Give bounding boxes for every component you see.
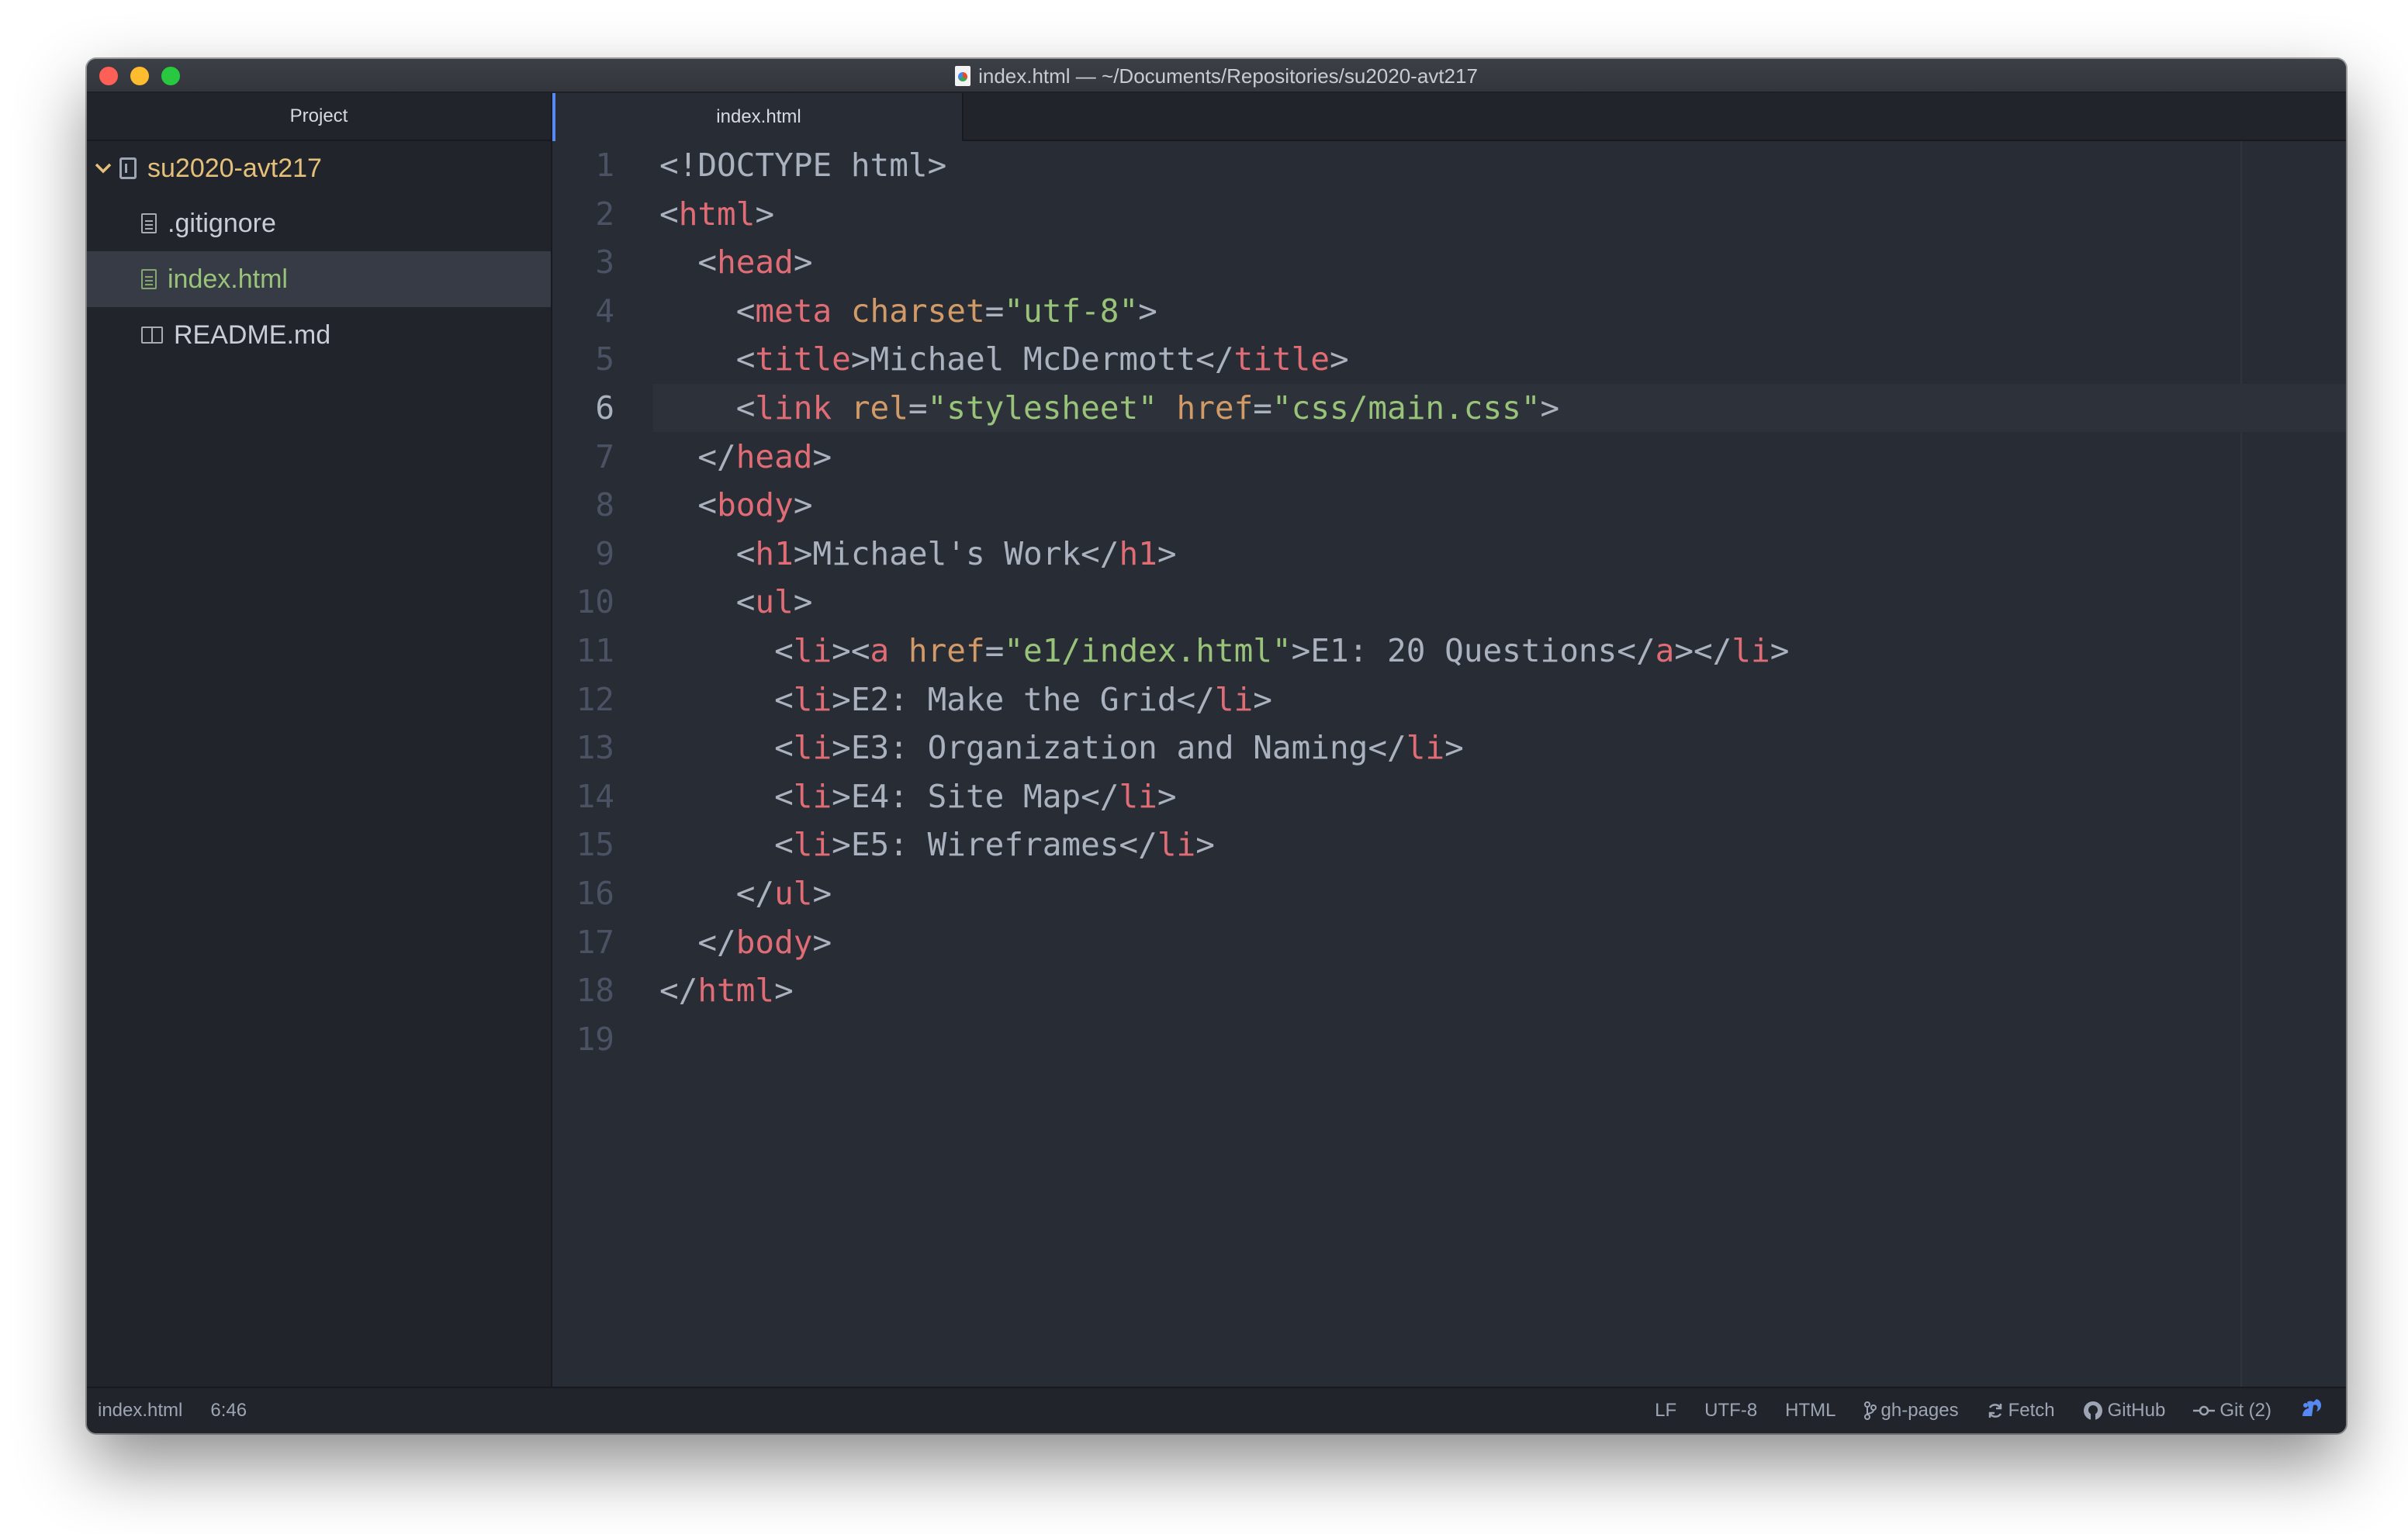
code-line[interactable]: 9 <h1>Michael's Work</h1> xyxy=(552,530,2346,578)
line-number[interactable]: 6 xyxy=(552,384,614,432)
code-line[interactable]: 17 </body> xyxy=(552,918,2346,966)
document-icon xyxy=(955,66,971,86)
code-text[interactable]: <meta charset="utf-8"> xyxy=(659,287,1157,335)
code-line[interactable]: 6 <link rel="stylesheet" href="css/main.… xyxy=(552,384,2346,432)
chevron-down-icon[interactable] xyxy=(93,158,113,178)
status-github-label: GitHub xyxy=(2107,1400,2166,1421)
tab-bar: index.html xyxy=(552,93,2346,141)
code-text[interactable]: <li>E3: Organization and Naming</li> xyxy=(659,724,1464,772)
code-line[interactable]: 11 <li><a href="e1/index.html">E1: 20 Qu… xyxy=(552,627,2346,675)
status-encoding[interactable]: UTF-8 xyxy=(1704,1400,1757,1422)
line-number[interactable]: 13 xyxy=(552,724,614,772)
code-text[interactable]: <body> xyxy=(659,481,812,529)
code-line[interactable]: 4 <meta charset="utf-8"> xyxy=(552,287,2346,335)
status-file-name[interactable]: index.html xyxy=(98,1400,182,1422)
code-text[interactable]: </head> xyxy=(659,433,832,481)
code-line[interactable]: 10 <ul> xyxy=(552,578,2346,626)
line-number[interactable]: 5 xyxy=(552,335,614,383)
code-text[interactable]: <link rel="stylesheet" href="css/main.cs… xyxy=(659,384,1559,432)
window-title: index.html — ~/Documents/Repositories/su… xyxy=(978,64,1478,88)
sync-icon xyxy=(1987,1402,2004,1419)
line-number[interactable]: 1 xyxy=(552,141,614,189)
code-text[interactable]: <li>E4: Site Map</li> xyxy=(659,772,1176,821)
code-line[interactable]: 18 </html> xyxy=(552,966,2346,1014)
tree-item-file[interactable]: index.html xyxy=(87,251,551,307)
line-number[interactable]: 10 xyxy=(552,578,614,626)
git-branch-icon xyxy=(1863,1401,1877,1420)
code-line[interactable]: 13 <li>E3: Organization and Naming</li> xyxy=(552,724,2346,772)
code-line[interactable]: 7 </head> xyxy=(552,433,2346,481)
tree-root-label: su2020-avt217 xyxy=(147,153,322,183)
project-sidebar: Project su2020-avt217 .gitignore index.ht… xyxy=(87,93,552,1387)
line-number[interactable]: 18 xyxy=(552,966,614,1014)
code-text[interactable]: <!DOCTYPE html> xyxy=(659,141,946,189)
code-line[interactable]: 8 <body> xyxy=(552,481,2346,529)
code-line[interactable]: 15 <li>E5: Wireframes</li> xyxy=(552,821,2346,869)
tree-item-file[interactable]: README.md xyxy=(87,307,551,363)
code-text[interactable]: <li>E5: Wireframes</li> xyxy=(659,821,1215,869)
line-number[interactable]: 2 xyxy=(552,190,614,238)
tree-root-folder[interactable]: su2020-avt217 xyxy=(87,141,551,195)
status-git-label: Git (2) xyxy=(2219,1400,2271,1421)
code-text[interactable]: <head> xyxy=(659,238,812,286)
repository-icon xyxy=(119,157,137,179)
code-line[interactable]: 16 </ul> xyxy=(552,869,2346,917)
code-text[interactable]: <ul> xyxy=(659,578,813,626)
code-line[interactable]: 14 <li>E4: Site Map</li> xyxy=(552,772,2346,821)
status-branch[interactable]: gh-pages xyxy=(1863,1400,1959,1422)
line-number[interactable]: 12 xyxy=(552,675,614,724)
status-grammar[interactable]: HTML xyxy=(1785,1400,1835,1422)
status-bar: index.html 6:46 LF UTF-8 HTML gh-pages F… xyxy=(87,1387,2346,1433)
line-number[interactable]: 11 xyxy=(552,627,614,675)
code-line[interactable]: 2 <html> xyxy=(552,190,2346,238)
code-line[interactable]: 19 xyxy=(552,1015,2346,1063)
status-cursor-position[interactable]: 6:46 xyxy=(210,1400,247,1422)
line-number[interactable]: 4 xyxy=(552,287,614,335)
status-fetch-label: Fetch xyxy=(2008,1400,2055,1421)
code-text[interactable]: <title>Michael McDermott</title> xyxy=(659,335,1349,383)
code-text[interactable]: </body> xyxy=(659,918,832,966)
tree-item-label: README.md xyxy=(174,320,331,350)
file-icon xyxy=(141,269,157,289)
status-github[interactable]: GitHub xyxy=(2083,1400,2166,1422)
code-line[interactable]: 5 <title>Michael McDermott</title> xyxy=(552,335,2346,383)
git-commit-icon xyxy=(2193,1404,2216,1417)
line-number[interactable]: 3 xyxy=(552,238,614,286)
line-number[interactable]: 8 xyxy=(552,481,614,529)
status-branch-label: gh-pages xyxy=(1880,1400,1959,1421)
line-number[interactable]: 14 xyxy=(552,772,614,821)
code-line[interactable]: 12 <li>E2: Make the Grid</li> xyxy=(552,675,2346,724)
code-text[interactable]: <html> xyxy=(659,190,774,238)
title-bar: index.html — ~/Documents/Repositories/su… xyxy=(87,59,2346,93)
code-text[interactable]: <li>E2: Make the Grid</li> xyxy=(659,675,1272,724)
code-text[interactable]: </ul> xyxy=(659,869,832,917)
line-number[interactable]: 16 xyxy=(552,869,614,917)
status-line-ending[interactable]: LF xyxy=(1655,1400,1676,1422)
code-text[interactable]: <h1>Michael's Work</h1> xyxy=(659,530,1177,578)
squirrel-icon[interactable] xyxy=(2299,1398,2323,1425)
code-editor[interactable]: 1 <!DOCTYPE html> 2 <html> 3 <head> 4 <meta c… xyxy=(552,141,2346,1387)
tree-item-label: .gitignore xyxy=(168,208,276,238)
sidebar-header[interactable]: Project xyxy=(87,93,551,141)
tab-label: index.html xyxy=(716,106,801,127)
code-line[interactable]: 3 <head> xyxy=(552,238,2346,286)
code-line[interactable]: 1 <!DOCTYPE html> xyxy=(552,141,2346,189)
github-icon xyxy=(2083,1401,2103,1421)
line-number[interactable]: 7 xyxy=(552,433,614,481)
code-text[interactable]: </html> xyxy=(659,966,794,1014)
code-text[interactable]: <li><a href="e1/index.html">E1: 20 Quest… xyxy=(659,627,1789,675)
tree-item-label: index.html xyxy=(168,264,288,294)
status-git[interactable]: Git (2) xyxy=(2193,1400,2271,1422)
line-number[interactable]: 9 xyxy=(552,530,614,578)
tree-item-file[interactable]: .gitignore xyxy=(87,195,551,251)
file-icon xyxy=(141,213,157,233)
line-number[interactable]: 17 xyxy=(552,918,614,966)
line-number[interactable]: 15 xyxy=(552,821,614,869)
line-number[interactable]: 19 xyxy=(552,1015,614,1063)
tab-index-html[interactable]: index.html xyxy=(552,93,964,141)
book-icon xyxy=(141,326,163,344)
status-fetch[interactable]: Fetch xyxy=(1987,1400,2055,1422)
editor-window: index.html — ~/Documents/Repositories/su… xyxy=(87,59,2346,1433)
window-title-group: index.html — ~/Documents/Repositories/su… xyxy=(87,59,2346,93)
